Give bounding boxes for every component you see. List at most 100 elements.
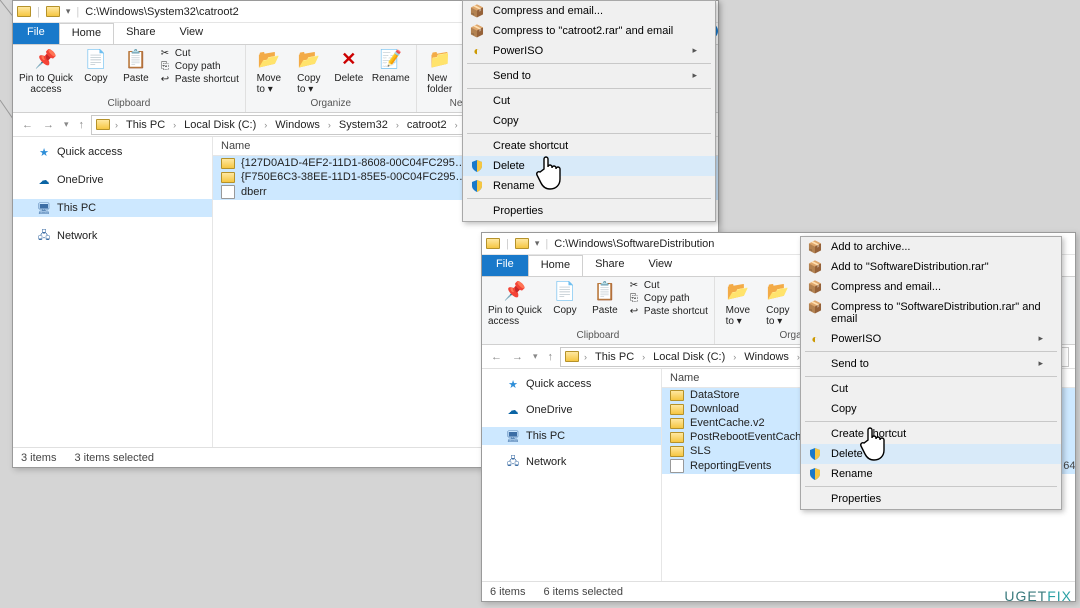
copy-to-button[interactable]: 📂Copy to ▾ [761,279,795,327]
ctx-properties[interactable]: Properties [801,489,1061,509]
col-name[interactable]: Name [213,137,463,155]
copy-path-icon: ⎘ [628,292,640,304]
copy-button[interactable]: 📄Copy [548,279,582,316]
winrar-icon: 📦 [807,279,823,295]
nav-pane: ★Quick access ☁OneDrive 🖥This PC 🖧Networ… [482,369,662,581]
titlebar-sep: | [37,6,40,18]
folder-icon [670,446,684,457]
chevron-right-icon: ▸ [1038,333,1043,345]
status-bar: 6 items 6 items selected [482,581,1075,601]
copy-path-button[interactable]: ⎘Copy path [159,60,239,72]
winrar-icon: 📦 [807,259,823,275]
nav-this-pc[interactable]: 🖥This PC [13,199,212,217]
tab-share[interactable]: Share [583,255,636,276]
ctx-copy[interactable]: Copy [801,399,1061,419]
tab-share[interactable]: Share [114,23,167,44]
nav-this-pc[interactable]: 🖥This PC [482,427,661,445]
cut-icon: ✂ [628,279,640,291]
star-icon: ★ [37,145,51,159]
group-clipboard-label: Clipboard [19,98,239,110]
nav-onedrive[interactable]: ☁OneDrive [482,401,661,419]
qab-chevron-icon[interactable]: ▾ [535,238,540,249]
nav-fwd[interactable]: → [509,351,526,363]
context-menu: 📦Compress and email... 📦Compress to "cat… [462,0,716,222]
ctx-delete[interactable]: Delete [463,156,715,176]
group-organize-label: Organize [252,98,410,110]
nav-back[interactable]: ← [488,351,505,363]
copy-to-button[interactable]: 📂Copy to ▾ [292,47,326,95]
paste-shortcut-button[interactable]: ↩Paste shortcut [628,305,708,317]
copy-path-button[interactable]: ⎘Copy path [628,292,708,304]
ctx-cut[interactable]: Cut [463,91,715,111]
folder-icon [221,172,235,183]
shield-icon [469,178,485,194]
file-icon [221,185,235,199]
nav-quick-access[interactable]: ★Quick access [13,143,212,161]
ctx-rename[interactable]: Rename [463,176,715,196]
folder-icon [670,432,684,443]
qab-chevron-icon[interactable]: ▾ [66,6,71,17]
pin-quick-access-button[interactable]: 📌Pin to Quick access [488,279,542,327]
tab-view[interactable]: View [636,255,684,276]
tab-view[interactable]: View [167,23,215,44]
tab-file[interactable]: File [13,23,59,44]
ctx-add-archive[interactable]: 📦Add to archive... [801,237,1061,257]
group-clipboard-label: Clipboard [488,330,708,342]
ctx-send-to[interactable]: Send to▸ [463,66,715,86]
paste-shortcut-button[interactable]: ↩Paste shortcut [159,73,239,85]
folder-icon [221,158,235,169]
nav-recent[interactable]: ▾ [61,119,72,130]
ctx-send-to[interactable]: Send to▸ [801,354,1061,374]
ctx-poweriso[interactable]: ◐PowerISO▸ [463,41,715,61]
cut-button[interactable]: ✂Cut [159,47,239,59]
ctx-compress-email[interactable]: 📦Compress and email... [463,1,715,21]
pin-quick-access-button[interactable]: 📌Pin to Quick access [19,47,73,95]
paste-button[interactable]: 📋Paste [588,279,622,316]
move-to-button[interactable]: 📂Move to ▾ [721,279,755,327]
ctx-compress-named-email[interactable]: 📦Compress to "catroot2.rar" and email [463,21,715,41]
ctx-cut[interactable]: Cut [801,379,1061,399]
cut-button[interactable]: ✂Cut [628,279,708,291]
ctx-compress-named-email[interactable]: 📦Compress to "SoftwareDistribution.rar" … [801,297,1061,329]
chevron-right-icon: ▸ [692,70,697,82]
status-count: 6 items [490,586,525,598]
folder-icon [486,238,500,249]
cloud-icon: ☁ [37,173,51,187]
pc-icon: 🖥 [37,201,51,215]
ctx-create-shortcut[interactable]: Create shortcut [801,424,1061,444]
nav-recent[interactable]: ▾ [530,351,541,362]
tab-home[interactable]: Home [59,23,114,44]
poweriso-icon: ◐ [807,331,823,347]
nav-network[interactable]: 🖧Network [482,453,661,471]
ctx-add-named[interactable]: 📦Add to "SoftwareDistribution.rar" [801,257,1061,277]
delete-button[interactable]: ✕Delete [332,47,366,84]
nav-onedrive[interactable]: ☁OneDrive [13,171,212,189]
new-folder-button[interactable]: 📁New folder [423,47,457,95]
status-count: 3 items [21,452,56,464]
tab-file[interactable]: File [482,255,528,276]
nav-up[interactable]: ↑ [545,351,557,363]
nav-quick-access[interactable]: ★Quick access [482,375,661,393]
rename-button[interactable]: 📝Rename [372,47,410,84]
nav-back[interactable]: ← [19,119,36,131]
ctx-compress-email[interactable]: 📦Compress and email... [801,277,1061,297]
copy-button[interactable]: 📄Copy [79,47,113,84]
winrar-icon: 📦 [469,23,485,39]
winrar-icon: 📦 [807,239,823,255]
ctx-rename[interactable]: Rename [801,464,1061,484]
ctx-poweriso[interactable]: ◐PowerISO▸ [801,329,1061,349]
ctx-copy[interactable]: Copy [463,111,715,131]
move-to-button[interactable]: 📂Move to ▾ [252,47,286,95]
folder-icon [46,6,60,17]
ctx-create-shortcut[interactable]: Create shortcut [463,136,715,156]
ctx-delete[interactable]: Delete [801,444,1061,464]
ctx-properties[interactable]: Properties [463,201,715,221]
nav-network[interactable]: 🖧Network [13,227,212,245]
nav-up[interactable]: ↑ [76,119,88,131]
tab-home[interactable]: Home [528,255,583,276]
status-selected: 3 items selected [74,452,153,464]
paste-button[interactable]: 📋Paste [119,47,153,84]
winrar-icon: 📦 [807,299,823,315]
shield-icon [469,158,485,174]
nav-fwd[interactable]: → [40,119,57,131]
